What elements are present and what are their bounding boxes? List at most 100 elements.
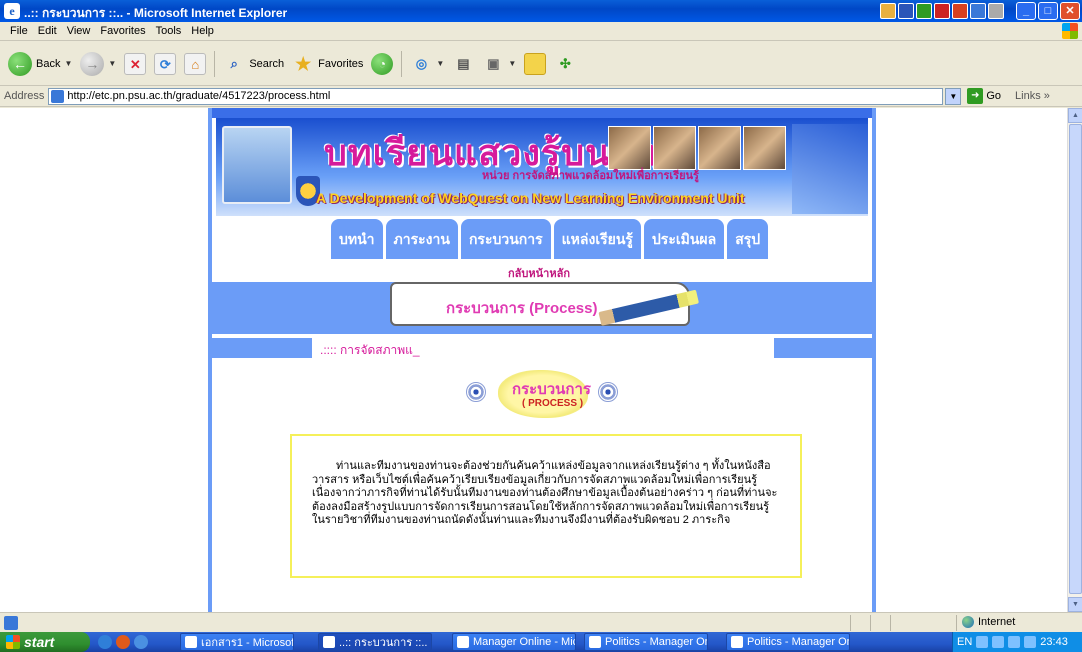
ie-icon (731, 636, 743, 648)
nav-conclusion[interactable]: สรุป (727, 219, 769, 259)
history-button[interactable]: ◎ ▼ (410, 53, 445, 75)
menu-view[interactable]: View (67, 25, 91, 37)
favorites-star-icon: ★ (295, 53, 312, 74)
sub-band-right (774, 338, 872, 358)
page-top-strip (212, 108, 872, 118)
forward-dropdown-icon[interactable]: ▼ (108, 59, 116, 68)
excel-icon[interactable] (916, 3, 932, 19)
ie-icon (589, 636, 601, 648)
language-indicator[interactable]: EN (957, 636, 972, 648)
word-icon (185, 636, 197, 648)
menu-file[interactable]: File (10, 25, 28, 37)
task-manager-online[interactable]: Manager Online - Micr... (452, 633, 576, 651)
tray-icon[interactable] (1024, 636, 1037, 648)
address-bar: Address http://etc.pn.psu.ac.th/graduate… (0, 86, 1082, 107)
header-banner: บทเรียนแสวงรู้บนเว็บ หน่วย การจัดสภาพแวด… (216, 118, 868, 216)
task-politics-2[interactable]: Politics - Manager Onl... (726, 633, 850, 651)
favorites-button[interactable]: ★ Favorites (292, 53, 363, 75)
tray-icon[interactable] (1008, 636, 1021, 648)
address-input[interactable]: http://etc.pn.psu.ac.th/graduate/4517223… (48, 87, 944, 105)
task-label: Manager Online - Micr... (473, 636, 575, 648)
target-bullet-icon (598, 382, 618, 402)
task-politics-1[interactable]: Politics - Manager Onl... (584, 633, 708, 651)
edit-button[interactable]: ▣ ▼ (482, 53, 516, 75)
classroom-photo (608, 126, 651, 170)
edit-icon: ▣ (487, 55, 500, 71)
classroom-photo (698, 126, 741, 170)
desktop-quicklaunch-icon[interactable] (134, 635, 148, 649)
word-icon[interactable] (898, 3, 914, 19)
back-button[interactable]: ← Back ▼ (8, 51, 72, 76)
process-emblem: กระบวนการ ( PROCESS ) (466, 370, 618, 418)
powerpoint-icon[interactable] (952, 3, 968, 19)
folder-icon[interactable] (524, 52, 547, 75)
nav-resources[interactable]: แหล่งเรียนรู้ (553, 219, 641, 259)
task-ie-process[interactable]: ..:: กระบวนการ ::.. - ... (318, 633, 432, 651)
home-link[interactable]: กลับหน้าหลัก (508, 264, 570, 282)
minimize-button[interactable]: _ (1016, 2, 1036, 20)
refresh-icon[interactable]: ⟳ (154, 52, 177, 75)
scroll-down-icon[interactable]: ▼ (1068, 597, 1082, 612)
emblem-subtitle: ( PROCESS ) (522, 398, 584, 409)
scroll-thumb[interactable] (1069, 124, 1082, 594)
marquee-text: .:::: การจัดสภาพแ_ (320, 343, 420, 357)
task-label: ..:: กระบวนการ ::.. - ... (339, 637, 431, 649)
vertical-scrollbar[interactable]: ▲ ▼ (1067, 108, 1082, 612)
quick-launch (98, 635, 148, 649)
scroll-up-icon[interactable]: ▲ (1068, 108, 1082, 123)
ie-icon: e (4, 3, 20, 19)
security-zone: Internet (962, 616, 1015, 628)
process-heading: กระบวนการ (Process) (446, 300, 598, 317)
app-icon[interactable] (880, 3, 896, 19)
keyboard-illustration (792, 124, 868, 214)
menu-tools[interactable]: Tools (156, 25, 182, 37)
window-title: ..:: กระบวนการ ::.. - Microsoft Internet… (24, 6, 288, 20)
ie-quicklaunch-icon[interactable] (98, 635, 112, 649)
banner-photos (608, 126, 786, 170)
menu-edit[interactable]: Edit (38, 25, 57, 37)
back-dropdown-icon[interactable]: ▼ (64, 59, 72, 68)
nav-evaluation[interactable]: ประเมินผล (643, 219, 725, 259)
process-heading-band: กระบวนการ (Process) (212, 282, 872, 334)
title-bar: e ..:: กระบวนการ ::.. - Microsoft Intern… (0, 0, 1082, 22)
media-icon[interactable]: ◔ (371, 52, 394, 75)
nav-process[interactable]: กระบวนการ (460, 219, 551, 259)
go-label: Go (986, 90, 1002, 102)
nav-task[interactable]: ภาระงาน (385, 219, 458, 259)
task-word[interactable]: เอกสาร1 - Microsoft ... (180, 633, 294, 651)
stop-icon[interactable]: ✕ (124, 52, 147, 75)
nav-introduction[interactable]: บทนำ (331, 219, 383, 259)
window-controls: _ □ ✕ (1016, 2, 1080, 20)
forward-button[interactable]: → ▼ (80, 51, 116, 76)
main-nav: บทนำ ภาระงาน กระบวนการ แหล่งเรียนรู้ ประ… (216, 216, 868, 262)
menu-help[interactable]: Help (191, 25, 214, 37)
go-button[interactable]: ➜ Go (967, 88, 1001, 104)
process-body-text: ท่านและทีมงานของท่านจะต้องช่วยกันค้นคว้า… (312, 460, 778, 526)
browser-quicklaunch-icon[interactable] (116, 635, 130, 649)
outlook-icon[interactable] (970, 3, 986, 19)
print-icon[interactable]: ▤ (452, 53, 474, 75)
clock: 23:43 (1040, 636, 1068, 648)
tray-icon[interactable] (976, 636, 989, 648)
edit-dropdown-icon[interactable]: ▼ (508, 59, 516, 68)
classroom-photo (653, 126, 696, 170)
menu-favorites[interactable]: Favorites (100, 25, 145, 37)
access-icon[interactable] (934, 3, 950, 19)
close-button[interactable]: ✕ (1060, 2, 1080, 20)
toolbar-separator (401, 50, 403, 77)
status-divider (870, 615, 871, 631)
search-button[interactable]: ⌕ Search (223, 53, 285, 75)
tray-icon[interactable] (992, 636, 1005, 648)
sub-band-left (212, 338, 312, 358)
search-label: Search (249, 57, 285, 70)
start-button[interactable]: start (0, 632, 90, 652)
links-label: Links (1015, 90, 1041, 102)
maximize-button[interactable]: □ (1038, 2, 1058, 20)
office-icon[interactable] (988, 3, 1004, 19)
home-icon[interactable]: ⌂ (184, 52, 207, 75)
history-dropdown-icon[interactable]: ▼ (436, 59, 444, 68)
links-toolbar[interactable]: Links » (1015, 90, 1050, 102)
address-dropdown-icon[interactable]: ▼ (945, 87, 962, 105)
messenger-icon[interactable]: ✣ (554, 53, 576, 75)
toolbar-separator (214, 50, 216, 77)
